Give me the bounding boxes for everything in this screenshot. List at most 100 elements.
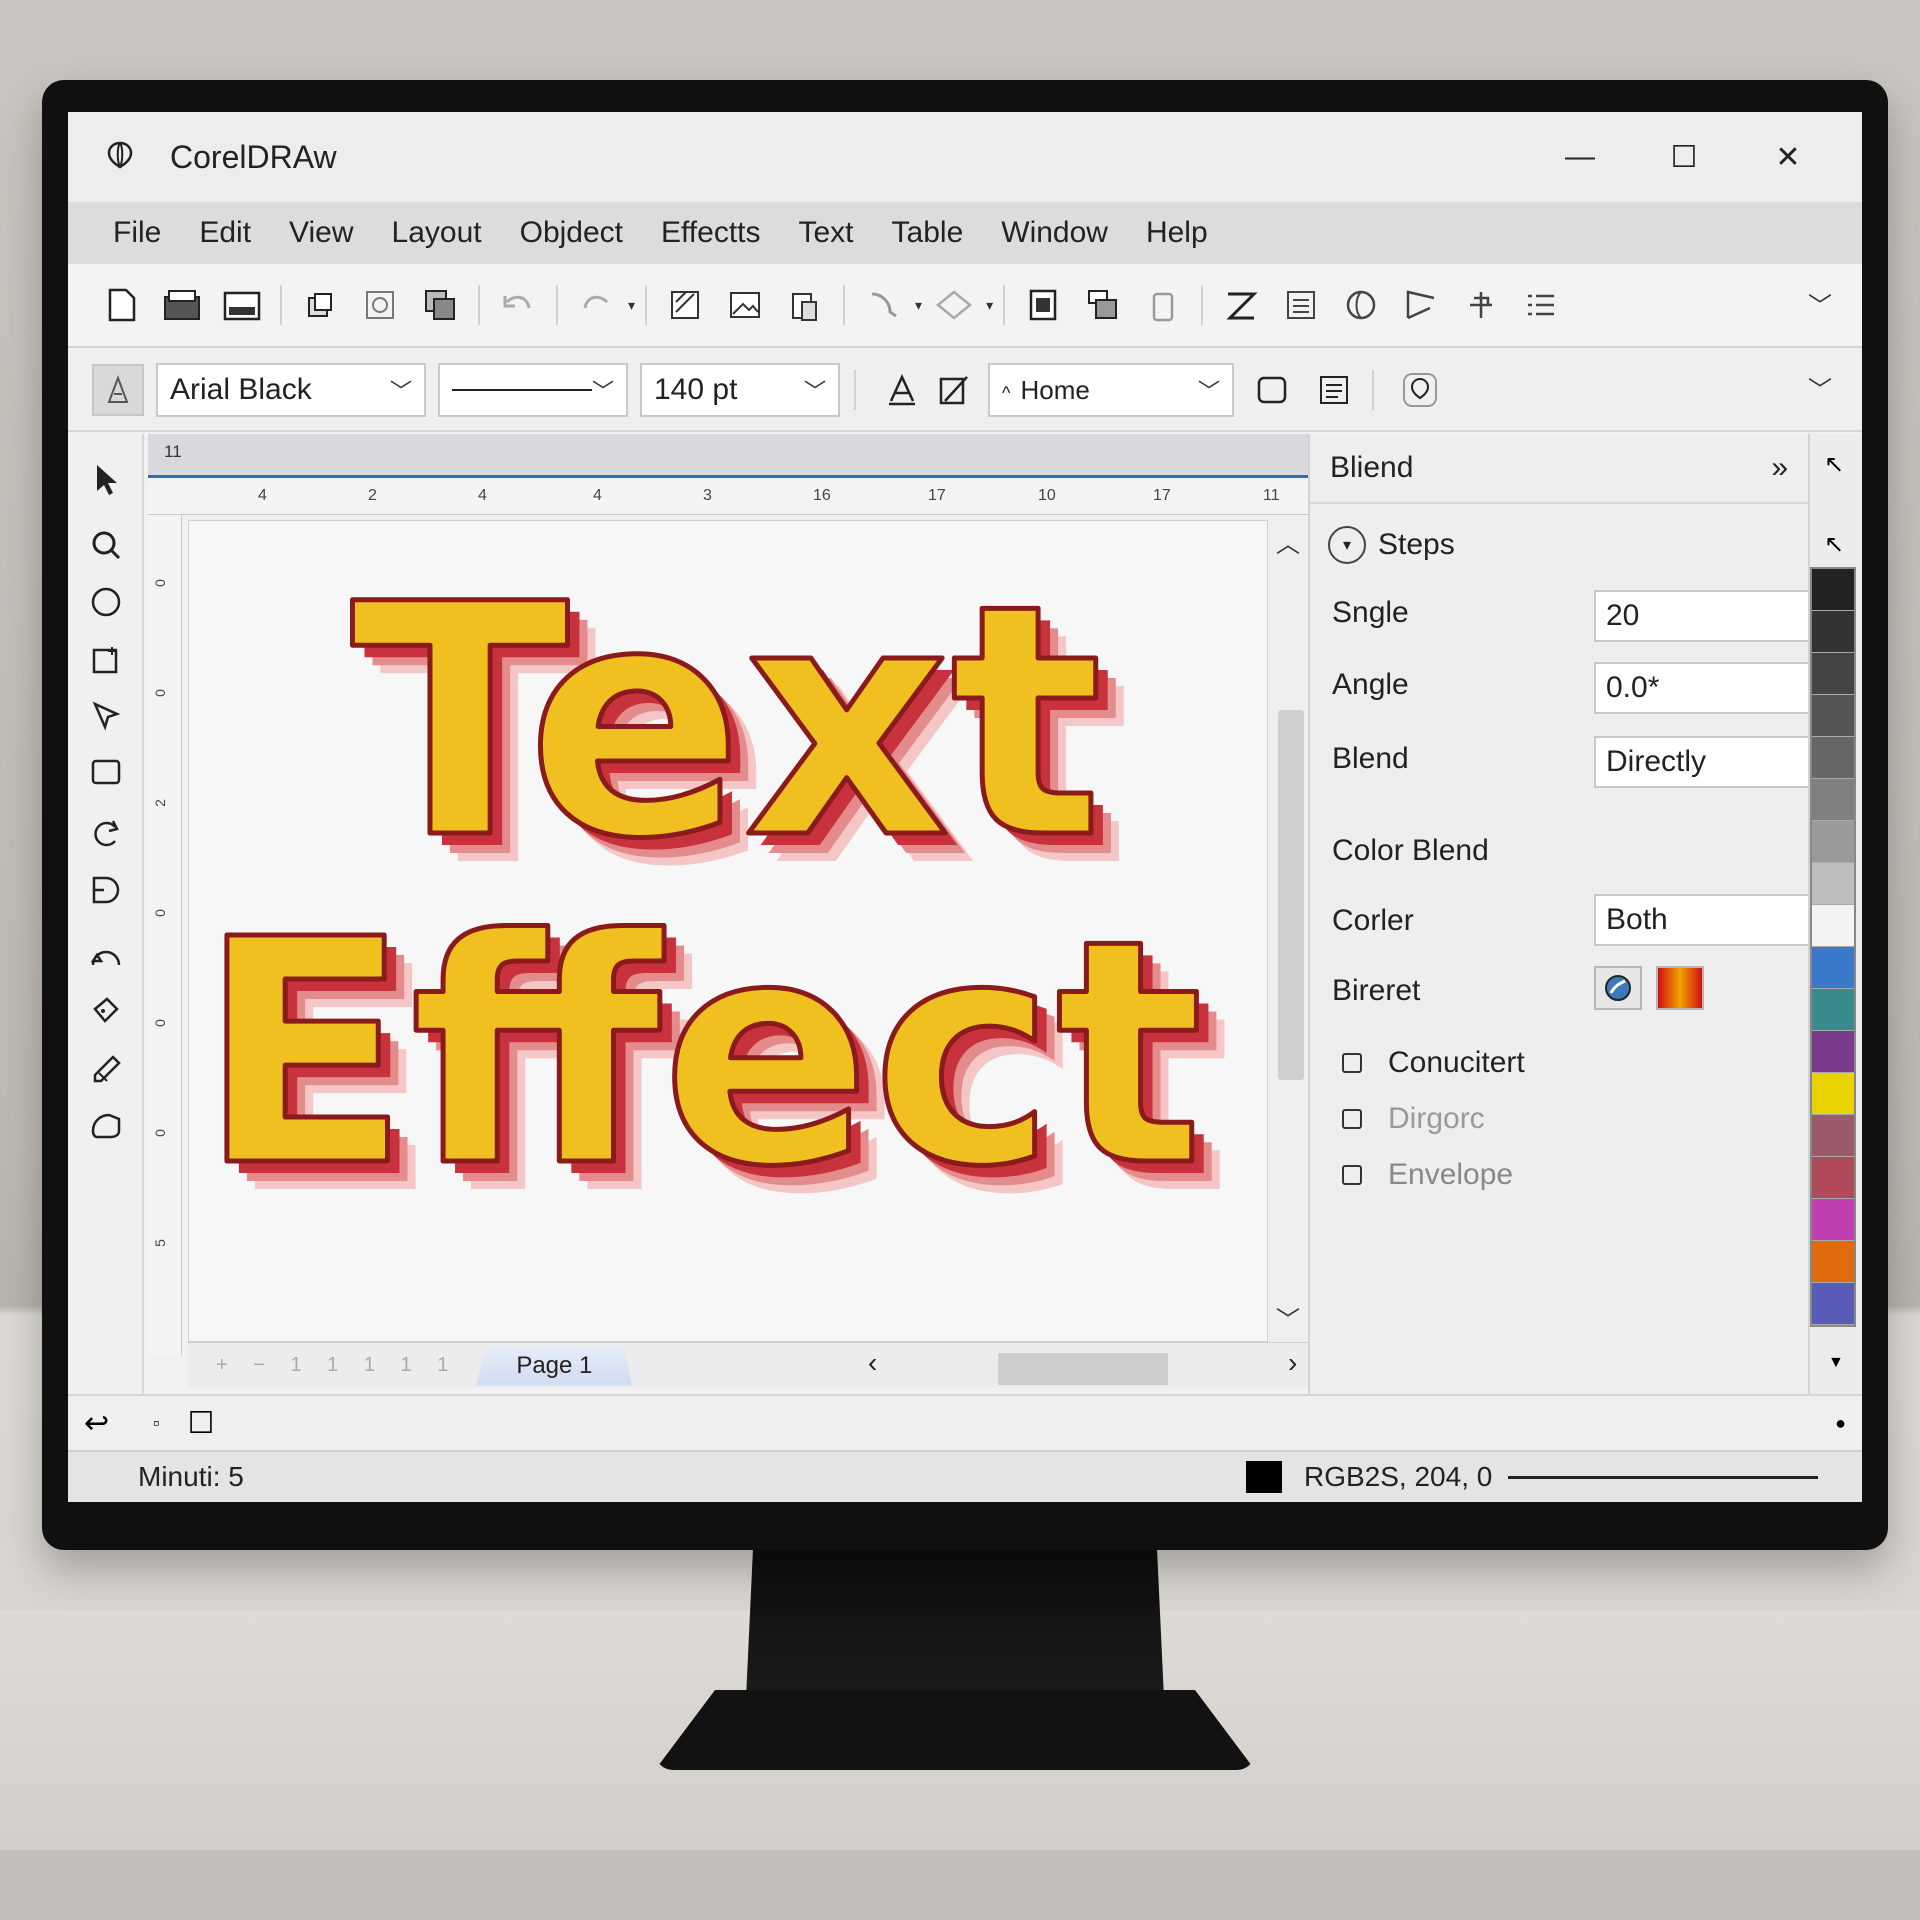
palette-swatch[interactable] (1812, 1115, 1854, 1157)
palette-swatch[interactable] (1812, 1073, 1854, 1115)
import-icon[interactable] (297, 282, 343, 328)
curve-dropdown-icon[interactable]: ▾ (915, 297, 922, 314)
diamond-shape-icon[interactable] (931, 282, 977, 328)
horizontal-ruler[interactable]: 4 2 4 4 3 16 17 10 17 11 (148, 481, 1308, 515)
new-document-icon[interactable] (99, 282, 145, 328)
palette-swatch[interactable] (1812, 989, 1854, 1031)
palette-swatch[interactable] (1812, 569, 1854, 611)
palette-swatch[interactable] (1812, 947, 1854, 989)
text-path-icon[interactable] (1218, 282, 1264, 328)
interactive-fill-tool-icon[interactable] (80, 1100, 132, 1152)
color-wheel-button[interactable] (1594, 966, 1642, 1010)
arrow-up-left-icon[interactable]: ↖ (1824, 450, 1844, 479)
menu-help[interactable]: Help (1127, 216, 1227, 250)
undo-arrow-icon[interactable]: ↩ (84, 1406, 109, 1441)
checkbox-dirgorc[interactable]: Dirgorc (1342, 1102, 1485, 1136)
drawing-canvas[interactable]: Text Text Text Text Effect Effect Effect… (188, 520, 1268, 1342)
toolbar-overflow-chevron-icon[interactable]: ﹀ (1808, 286, 1832, 321)
palette-swatch[interactable] (1812, 695, 1854, 737)
list-box-icon[interactable] (1278, 282, 1324, 328)
small-square-icon[interactable]: ▫ (153, 1413, 159, 1434)
zoom-tool-icon[interactable] (80, 520, 132, 572)
menu-edit[interactable]: Edit (180, 216, 270, 250)
palette-swatch[interactable] (1812, 779, 1854, 821)
scroll-up-icon[interactable]: ︿ (1276, 524, 1300, 559)
scrollbar-thumb[interactable] (998, 1353, 1168, 1385)
pick-tool-icon[interactable] (80, 454, 132, 506)
document-properties-icon[interactable] (1020, 282, 1066, 328)
checkbox-conucitert[interactable]: Conucitert (1342, 1046, 1525, 1080)
save-icon[interactable] (219, 282, 265, 328)
minimize-button[interactable]: — (1528, 112, 1632, 202)
palette-swatch[interactable] (1812, 1031, 1854, 1073)
text-line-1[interactable]: Text (348, 535, 1105, 912)
checkbox-icon[interactable] (1342, 1053, 1362, 1073)
pen-icon[interactable]: ↖ (1824, 530, 1844, 559)
palette-swatch[interactable] (1812, 1199, 1854, 1241)
checkbox-envelope[interactable]: Envelope (1342, 1158, 1513, 1192)
pointer-curve-icon[interactable] (860, 282, 906, 328)
menu-table[interactable]: Table (873, 216, 983, 250)
image-icon[interactable] (722, 282, 768, 328)
trash-icon[interactable] (1140, 282, 1186, 328)
paste-icon[interactable] (782, 282, 828, 328)
frame-icon[interactable] (1248, 366, 1296, 414)
undo-icon[interactable] (495, 282, 541, 328)
rectangle-tool-icon[interactable] (80, 746, 132, 798)
scrollbar-thumb[interactable] (1278, 710, 1304, 1080)
export-icon[interactable] (357, 282, 403, 328)
outline-stroke-indicator[interactable] (1508, 1476, 1818, 1479)
edit-text-icon[interactable] (930, 366, 978, 414)
horizontal-scrollbar[interactable]: ‹ › (868, 1347, 1308, 1385)
font-size-select[interactable]: 140 pt ﹀ (640, 363, 840, 417)
menu-view[interactable]: View (270, 216, 372, 250)
shape-dropdown-icon[interactable]: ▾ (986, 297, 993, 314)
collapse-docker-icon[interactable]: » (1771, 451, 1788, 485)
fill-color-swatch[interactable] (1246, 1461, 1282, 1493)
menu-object[interactable]: Objdect (501, 216, 642, 250)
palette-scroll-down-icon[interactable]: ▼ (1828, 1354, 1844, 1372)
bullets-icon[interactable] (1518, 282, 1564, 328)
text-format-icon[interactable] (878, 366, 926, 414)
arrange-icon[interactable] (1080, 282, 1126, 328)
color-palette[interactable] (1810, 567, 1856, 1327)
page-nav-controls[interactable]: + − 1 1 1 1 1 (216, 1354, 458, 1377)
text-line-2[interactable]: Effect (196, 872, 1206, 1238)
print-icon[interactable] (662, 282, 708, 328)
outline-style-select[interactable]: ﹀ (438, 363, 628, 417)
palette-swatch[interactable] (1812, 863, 1854, 905)
eyedropper-tool-icon[interactable] (80, 1044, 132, 1096)
text-tool-icon[interactable] (80, 864, 132, 916)
font-family-select[interactable]: Arial Black ﹀ (156, 363, 426, 417)
menu-text[interactable]: Text (780, 216, 873, 250)
transform-icon[interactable] (1398, 282, 1444, 328)
palette-swatch[interactable] (1812, 737, 1854, 779)
open-icon[interactable] (159, 282, 205, 328)
palette-swatch[interactable] (1812, 1283, 1854, 1325)
paragraph-format-icon[interactable] (1310, 366, 1358, 414)
menu-layout[interactable]: Layout (373, 216, 501, 250)
redo-icon[interactable] (573, 282, 619, 328)
redo-dropdown-icon[interactable]: ▾ (628, 297, 635, 314)
copy-icon[interactable] (417, 282, 463, 328)
balloon-icon[interactable] (1396, 366, 1444, 414)
checkbox-icon[interactable] (1342, 1109, 1362, 1129)
steps-section-header[interactable]: ▾ Steps (1328, 526, 1455, 564)
shape-tool-icon[interactable] (80, 690, 132, 742)
palette-swatch[interactable] (1812, 905, 1854, 947)
checkbox-icon[interactable] (1342, 1165, 1362, 1185)
fill-tool-icon[interactable] (80, 986, 132, 1038)
menu-window[interactable]: Window (982, 216, 1127, 250)
page-frame-icon[interactable]: ☐ (188, 1406, 215, 1441)
scroll-left-icon[interactable]: ‹ (868, 1347, 877, 1379)
page-tab[interactable]: Page 1 (476, 1345, 633, 1386)
text-tool-indicator-icon[interactable] (92, 364, 144, 416)
palette-swatch[interactable] (1812, 1157, 1854, 1199)
ellipse-tool-icon[interactable] (80, 576, 132, 628)
scroll-right-icon[interactable]: › (1288, 1347, 1297, 1379)
palette-swatch[interactable] (1812, 821, 1854, 863)
freehand-tool-icon[interactable] (80, 808, 132, 860)
maximize-button[interactable]: ☐ (1632, 112, 1736, 202)
propbar-overflow-chevron-icon[interactable]: ﹀ (1808, 370, 1832, 405)
gradient-swatch-button[interactable] (1656, 966, 1704, 1010)
